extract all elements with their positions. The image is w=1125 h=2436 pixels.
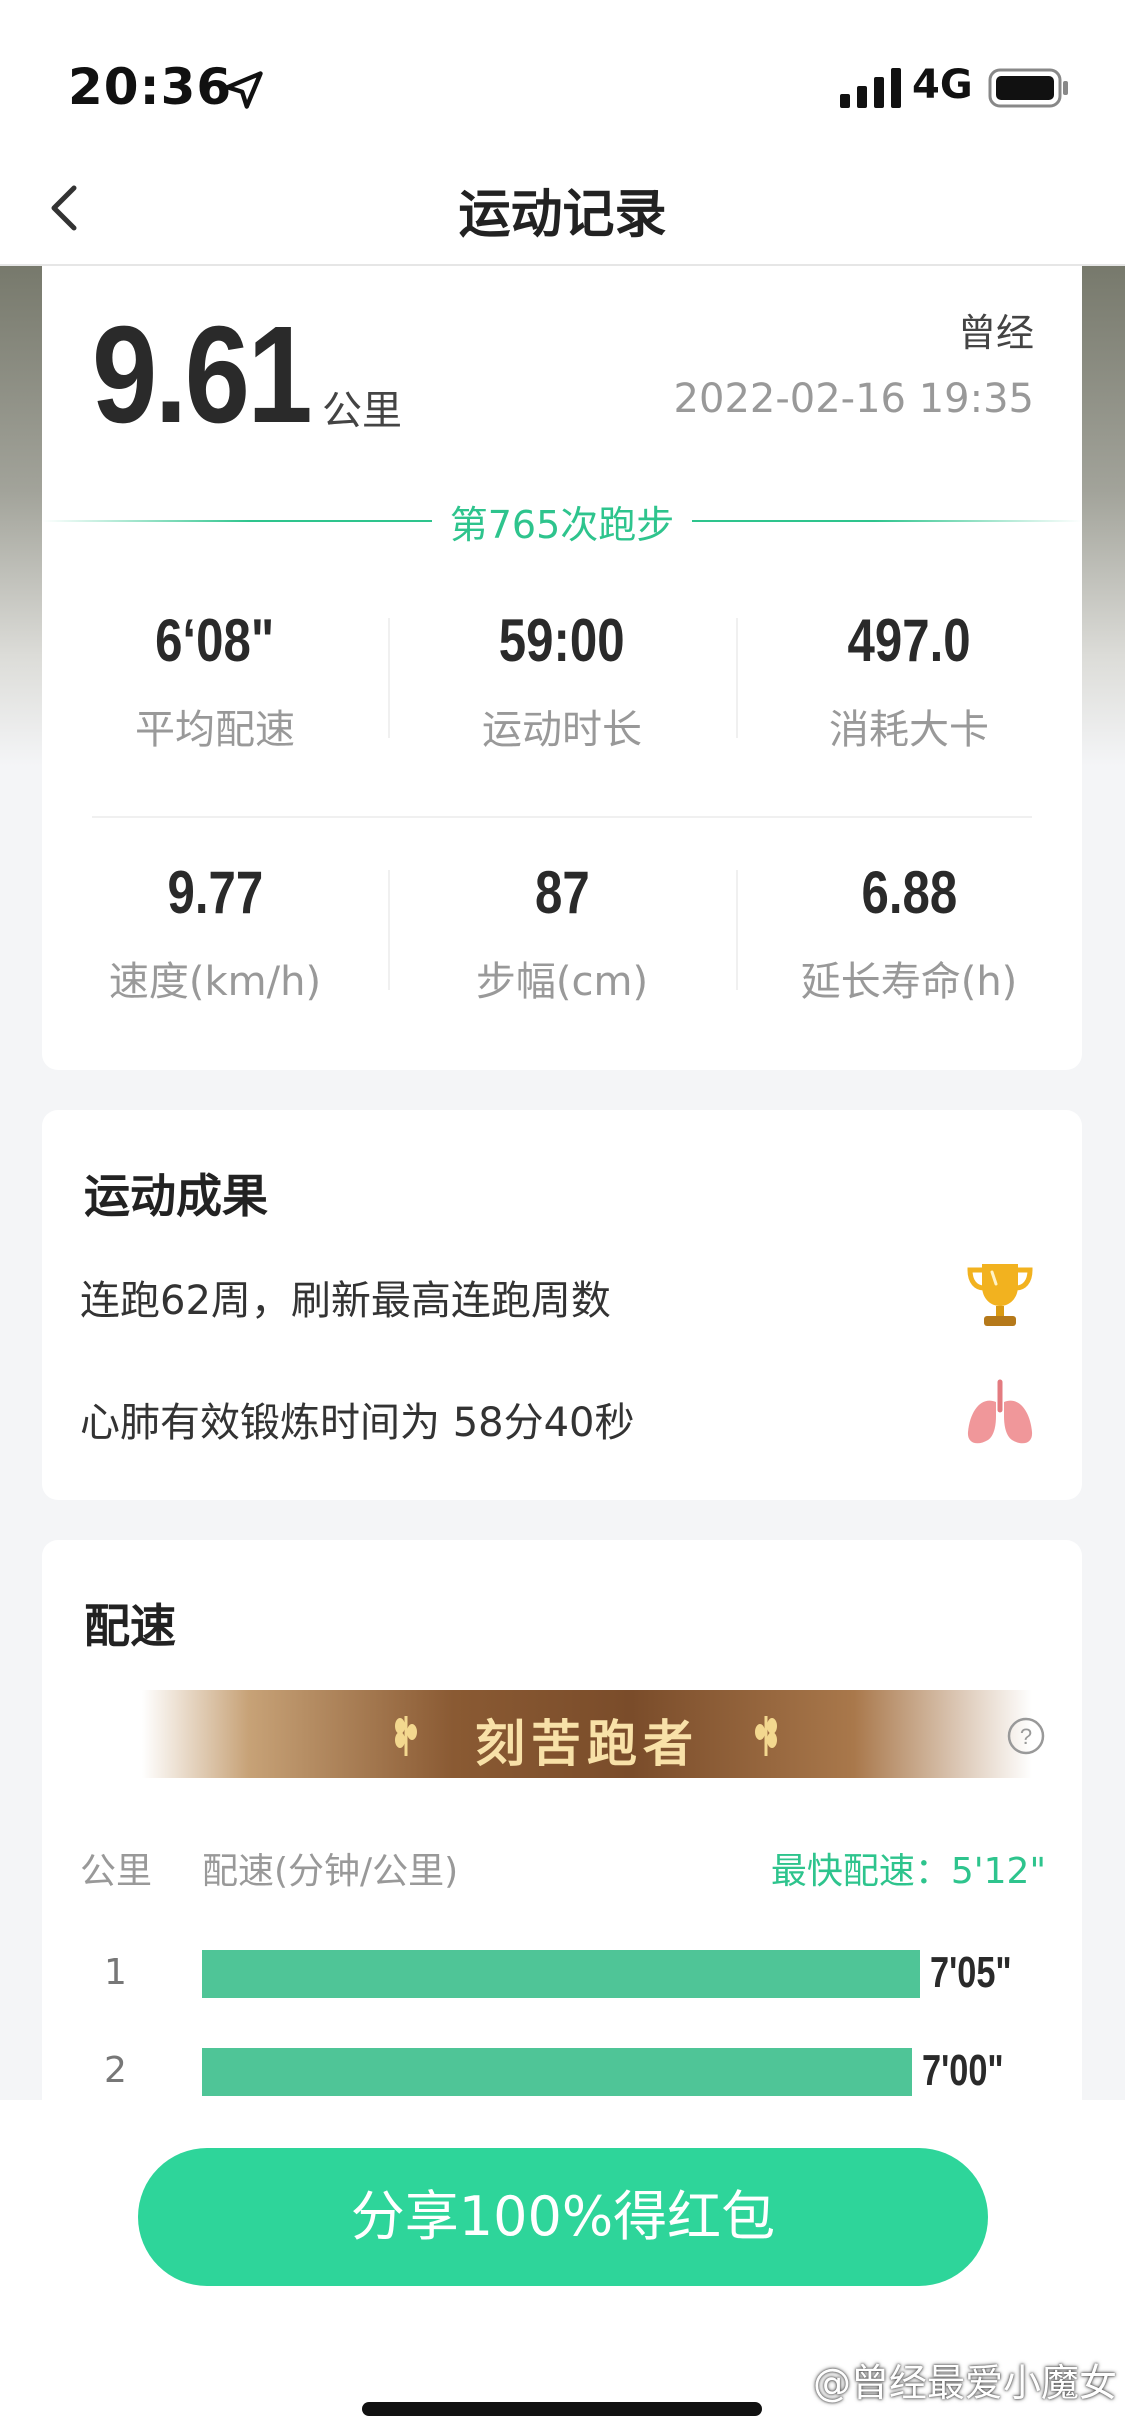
- pace-row: 1 7'05": [42, 1944, 1082, 2004]
- stat-label: 消耗大卡: [829, 707, 989, 753]
- column-header-pace: 配速(分钟/公里): [202, 1851, 459, 1892]
- pace-bar: [202, 2048, 912, 2096]
- trophy-icon: [967, 1264, 1033, 1326]
- stat-duration: 59:00 运动时长: [389, 606, 735, 755]
- fastest-pace: 最快配速：5'12": [770, 1851, 1046, 1892]
- signal-icon: [840, 68, 901, 108]
- km-number: 1: [104, 1952, 127, 1993]
- stat-value: 9.77: [167, 859, 263, 926]
- pace-value: 7'00": [922, 2046, 1004, 2095]
- user-name: 曾经: [957, 311, 1034, 355]
- status-bar: 20:36 4G: [0, 0, 1125, 150]
- share-button[interactable]: 分享100%得红包: [138, 2148, 988, 2286]
- lungs-icon: [967, 1379, 1033, 1444]
- achievement-item: 连跑62周，刷新最高连跑周数: [80, 1278, 611, 1324]
- row-divider: [92, 816, 1032, 818]
- home-indicator: [362, 2402, 762, 2416]
- stat-value: 6.88: [861, 859, 957, 926]
- stat-value: 6‘08": [155, 607, 275, 674]
- page-title: 运动记录: [458, 185, 667, 245]
- section-title: 配速: [84, 1599, 176, 1653]
- achievements-card: 运动成果 连跑62周，刷新最高连跑周数 心肺有效锻炼时间为 58分40秒: [42, 1110, 1082, 1500]
- pace-bar: [202, 1950, 920, 1998]
- stat-label: 延长寿命(h): [800, 959, 1018, 1005]
- stat-avg-pace: 6‘08" 平均配速: [42, 606, 388, 755]
- stat-label: 速度(km/h): [108, 959, 322, 1005]
- column-header-km: 公里: [80, 1851, 153, 1892]
- stat-value: 87: [534, 859, 590, 926]
- battery-icon: [988, 68, 1068, 108]
- km-number: 2: [104, 2050, 127, 2091]
- stat-value: 59:00: [499, 607, 625, 674]
- section-title: 运动成果: [84, 1169, 268, 1223]
- distance-value: 9.61: [92, 298, 313, 452]
- run-datetime: 2022-02-16 19:35: [673, 376, 1034, 422]
- stat-life-extension: 6.88 延长寿命(h): [736, 858, 1082, 1007]
- pace-row: 2 7'00": [42, 2042, 1082, 2102]
- summary-card: 9.61 公里 曾经 2022-02-16 19:35 第765次跑步 6‘08…: [42, 266, 1082, 1070]
- stat-stride: 87 步幅(cm): [389, 858, 735, 1007]
- achievement-item: 心肺有效锻炼时间为 58分40秒: [80, 1400, 635, 1446]
- location-arrow-icon: [225, 71, 263, 109]
- pace-value: 7'05": [930, 1948, 1012, 1997]
- stat-label: 运动时长: [482, 707, 642, 753]
- wheat-icon: [755, 1716, 777, 1756]
- stat-value: 497.0: [847, 607, 971, 674]
- stat-calories: 497.0 消耗大卡: [736, 606, 1082, 755]
- nav-bar: 运动记录: [0, 150, 1125, 266]
- stat-speed: 9.77 速度(km/h): [42, 858, 388, 1007]
- badge-label: 刻苦跑者: [475, 1715, 699, 1773]
- stat-label: 平均配速: [135, 707, 295, 753]
- run-count: 第765次跑步: [432, 494, 692, 549]
- watermark: @曾经最爱小魔女: [812, 2361, 1117, 2405]
- help-icon[interactable]: ?: [1006, 1716, 1046, 1756]
- network-type: 4G: [912, 62, 973, 108]
- bottom-action-bar: 分享100%得红包 @曾经最爱小魔女: [0, 2100, 1125, 2436]
- distance-unit: 公里: [322, 388, 402, 434]
- svg-text:?: ?: [1020, 1724, 1032, 1749]
- pace-card: 配速 刻苦跑者 ? 公里 配速(分钟/公里) 最快配速：5'12" 1 7'05…: [42, 1540, 1082, 2100]
- status-time: 20:36: [68, 58, 233, 116]
- stat-label: 步幅(cm): [475, 959, 649, 1005]
- runner-badge-banner: 刻苦跑者: [142, 1690, 1032, 1778]
